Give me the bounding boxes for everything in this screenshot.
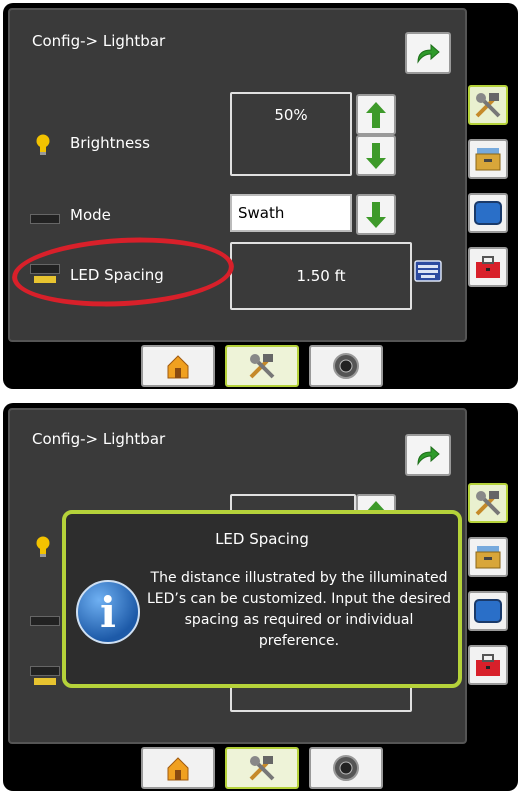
led-mode-icon [30, 214, 60, 224]
page-title-2: Config-> Lightbar [32, 430, 166, 448]
curved-arrow-right-icon [417, 445, 440, 466]
led-spacing-value-2 [230, 686, 412, 712]
lightbulb-icon [36, 536, 50, 557]
page-title: Config-> Lightbar [32, 32, 166, 50]
brightness-label: Brightness [70, 134, 150, 152]
drawer-icon [475, 546, 501, 569]
home-button-2[interactable] [141, 747, 215, 789]
lightbulb-icon [36, 134, 50, 155]
led-spacing-value[interactable]: 1.50 ft [230, 242, 412, 310]
home-icon [167, 355, 189, 379]
tools-icon [475, 93, 501, 118]
keyboard-icon[interactable] [414, 260, 442, 282]
monitor-icon [474, 201, 502, 225]
gauge-icon [333, 353, 359, 379]
side-drawer-button[interactable] [468, 139, 508, 179]
brightness-up-button[interactable] [356, 94, 396, 135]
tools-icon [475, 491, 501, 516]
monitor-icon [474, 599, 502, 623]
toolbox-icon [476, 256, 500, 278]
curved-arrow-right-icon [417, 43, 440, 64]
brightness-down-button[interactable] [356, 135, 396, 176]
side-monitor-button[interactable] [468, 193, 508, 233]
back-button-2[interactable] [405, 434, 451, 476]
back-button[interactable] [405, 32, 451, 74]
highlight-oval [10, 232, 236, 312]
mode-dropdown-button[interactable] [356, 194, 396, 235]
tools-icon [249, 354, 275, 379]
gauge-icon [333, 755, 359, 781]
popup-text: The distance illustrated by the illumina… [146, 570, 452, 649]
ruler-icon [34, 678, 56, 685]
drawer-icon [475, 148, 501, 171]
info-icon: i [76, 580, 140, 644]
led-spacing-icon [30, 666, 60, 676]
side-toolbox-button-2[interactable] [468, 645, 508, 685]
arrow-down-icon [366, 201, 386, 228]
info-popup[interactable]: LED Spacing i The distance illustrated b… [62, 510, 462, 688]
tools-button-2[interactable] [225, 747, 299, 789]
led-mode-icon [30, 616, 60, 626]
toolbox-icon [476, 654, 500, 676]
side-monitor-button-2[interactable] [468, 591, 508, 631]
top-panel: Config-> Lightbar Brightness 50% Mode Sw… [3, 3, 518, 389]
brightness-value[interactable]: 50% [230, 92, 352, 176]
tools-icon [249, 756, 275, 781]
home-icon [167, 757, 189, 781]
side-tools-button[interactable] [468, 85, 508, 125]
gauge-button[interactable] [309, 345, 383, 387]
gauge-button-2[interactable] [309, 747, 383, 789]
side-tools-button-2[interactable] [468, 483, 508, 523]
tools-button[interactable] [225, 345, 299, 387]
main-screen: Config-> Lightbar Brightness 50% Mode Sw… [8, 8, 467, 342]
side-drawer-button-2[interactable] [468, 537, 508, 577]
side-toolbox-button[interactable] [468, 247, 508, 287]
mode-label: Mode [70, 206, 111, 224]
home-button[interactable] [141, 345, 215, 387]
popup-title: LED Spacing [215, 530, 309, 548]
arrow-up-icon [366, 101, 386, 128]
mode-select[interactable]: Swath [230, 194, 352, 232]
arrow-down-icon [366, 142, 386, 169]
